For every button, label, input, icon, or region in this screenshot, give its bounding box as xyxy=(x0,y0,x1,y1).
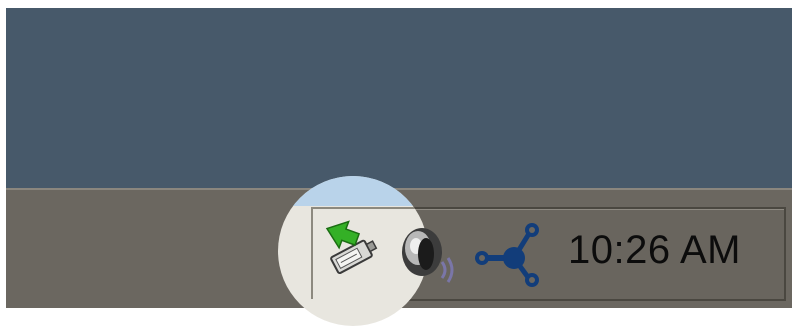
safely-remove-hardware-icon[interactable] xyxy=(322,214,382,284)
network-icon[interactable] xyxy=(470,216,550,290)
taskbar-clock[interactable]: 10:26 AM xyxy=(568,228,741,272)
volume-icon[interactable] xyxy=(396,222,468,286)
desktop-background xyxy=(6,8,792,188)
